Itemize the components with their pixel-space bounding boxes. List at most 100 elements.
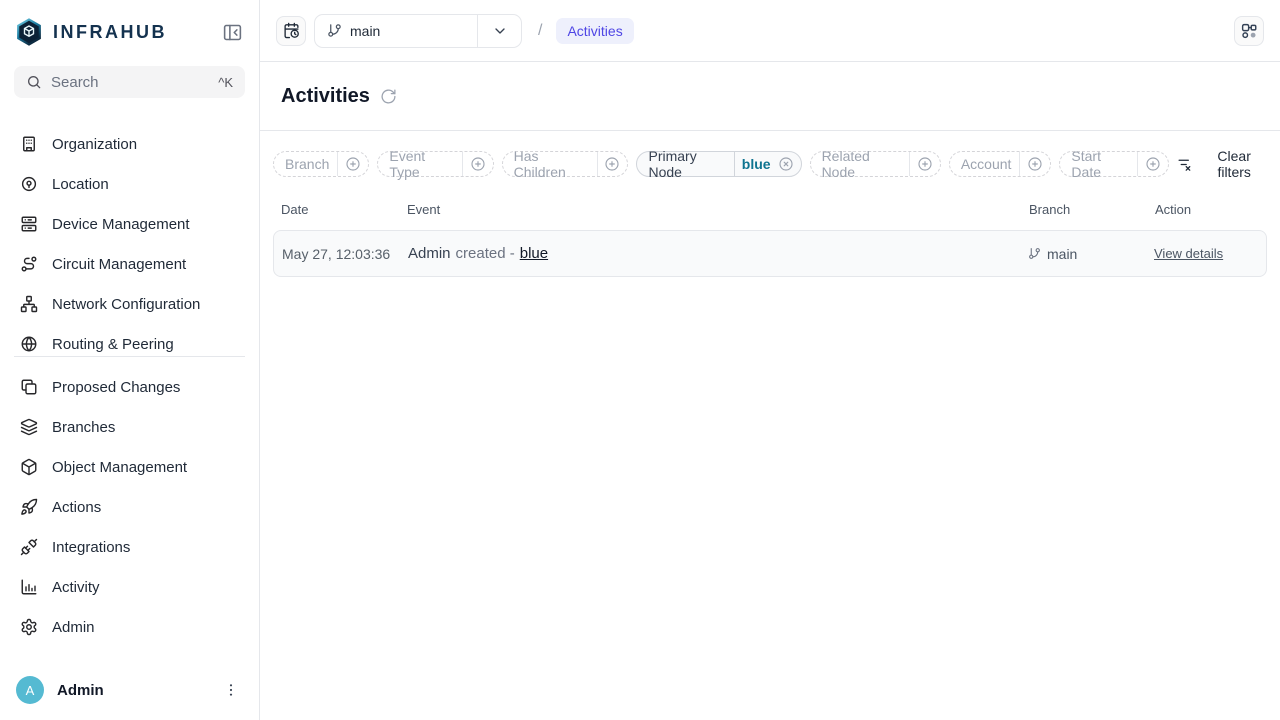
sidebar-item-proposed-changes[interactable]: Proposed Changes (14, 367, 245, 407)
avatar: A (16, 676, 44, 704)
page-header: Activities (260, 62, 1280, 131)
branch-selector-value: main (315, 23, 477, 39)
plug-icon (20, 538, 38, 556)
sidebar-item-label: Branches (52, 419, 115, 436)
filter-chip-related-node[interactable]: Related Node (810, 151, 941, 177)
sidebar: INFRAHUB Search ^K (0, 0, 260, 720)
infrahub-logo[interactable]: INFRAHUB (14, 17, 167, 47)
circle-plus-icon[interactable] (604, 156, 620, 172)
chevron-down-icon (492, 23, 508, 39)
diff-icon (20, 378, 38, 396)
filter-chip-label: Account (961, 156, 1020, 172)
topbar: main / Activities (260, 0, 1280, 62)
time-travel-button[interactable] (276, 16, 306, 46)
page-title: Activities (281, 85, 370, 108)
sidebar-item-label: Organization (52, 136, 137, 153)
sidebar-item-admin[interactable]: Admin (14, 607, 245, 647)
sidebar-item-location[interactable]: Location (14, 164, 245, 204)
rocket-icon (20, 498, 38, 516)
sidebar-nav-objects: Organization Location Device Manageme (14, 124, 245, 352)
filter-chip-label: Event Type (389, 148, 461, 180)
branch-selector-toggle[interactable] (477, 15, 521, 47)
view-details-link[interactable]: View details (1154, 246, 1223, 261)
sidebar-item-routing-peering[interactable]: Routing & Peering (14, 324, 245, 352)
table-header: Date Event Branch Action (273, 202, 1267, 217)
table-row[interactable]: May 27, 12:03:36 Admin created - blue ma… (273, 230, 1267, 277)
sidebar-item-network-configuration[interactable]: Network Configuration (14, 284, 245, 324)
column-header-action: Action (1147, 202, 1267, 217)
location-icon (20, 175, 38, 193)
main-area: main / Activities (260, 0, 1280, 720)
column-header-date: Date (273, 202, 399, 217)
refresh-button[interactable] (380, 88, 397, 105)
row-date: May 27, 12:03:36 (274, 246, 400, 262)
brand-name: INFRAHUB (53, 22, 167, 43)
filter-chip-event-type[interactable]: Event Type (377, 151, 493, 177)
row-action: View details (1146, 246, 1266, 261)
sidebar-item-label: Admin (52, 619, 95, 636)
event-actor: Admin (408, 245, 451, 262)
app-window: INFRAHUB Search ^K (0, 0, 1280, 720)
circle-plus-icon[interactable] (1027, 156, 1043, 172)
filter-chip-label: Branch (285, 156, 337, 172)
box-icon (20, 458, 38, 476)
filter-bar: Branch Event Type Has Children (273, 148, 1267, 180)
sidebar-item-activity[interactable]: Activity (14, 567, 245, 607)
bar-chart-icon (20, 578, 38, 596)
route-icon (20, 255, 38, 273)
sidebar-item-circuit-management[interactable]: Circuit Management (14, 244, 245, 284)
sidebar-item-label: Circuit Management (52, 256, 186, 273)
circle-x-icon[interactable] (778, 156, 794, 172)
clear-filters-label: Clear filters (1201, 148, 1267, 180)
circle-plus-icon[interactable] (345, 156, 361, 172)
sidebar-item-label: Proposed Changes (52, 379, 180, 396)
gear-icon (20, 618, 38, 636)
filter-chip-start-date[interactable]: Start Date (1059, 151, 1169, 177)
search-icon (26, 74, 42, 90)
sidebar-nav-app: Proposed Changes Branches (14, 367, 245, 647)
filter-x-icon (1177, 156, 1194, 173)
sidebar-item-branches[interactable]: Branches (14, 407, 245, 447)
event-object-link[interactable]: blue (520, 245, 548, 262)
branch-name: main (350, 23, 380, 39)
filter-chip-primary-node[interactable]: Primary Node blue (636, 151, 801, 177)
circle-plus-icon[interactable] (917, 156, 933, 172)
search-placeholder: Search (51, 74, 209, 91)
circle-plus-icon[interactable] (1145, 156, 1161, 172)
git-branch-icon (327, 23, 342, 38)
panel-collapse-icon (222, 22, 243, 43)
breadcrumb-activities[interactable]: Activities (556, 18, 633, 44)
user-menu-button[interactable] (219, 678, 243, 702)
user-menu[interactable]: A Admin (14, 672, 245, 706)
user-name: Admin (57, 682, 206, 699)
sidebar-item-device-management[interactable]: Device Management (14, 204, 245, 244)
row-branch-name: main (1047, 246, 1077, 262)
filter-chip-has-children[interactable]: Has Children (502, 151, 629, 177)
ellipsis-vertical-icon (223, 682, 239, 698)
building-icon (20, 135, 38, 153)
sidebar-item-actions[interactable]: Actions (14, 487, 245, 527)
filter-chip-label: Primary Node (648, 148, 733, 180)
sidebar-collapse-button[interactable] (220, 20, 245, 45)
circle-plus-icon[interactable] (470, 156, 486, 172)
filter-chip-account[interactable]: Account (949, 151, 1052, 177)
sidebar-item-organization[interactable]: Organization (14, 124, 245, 164)
branch-selector[interactable]: main (314, 14, 522, 48)
filter-chip-label: Related Node (822, 148, 909, 180)
sidebar-item-object-management[interactable]: Object Management (14, 447, 245, 487)
search-shortcut: ^K (218, 75, 233, 90)
schema-button[interactable] (1234, 16, 1264, 46)
sidebar-item-label: Device Management (52, 216, 190, 233)
clear-filters-button[interactable]: Clear filters (1177, 148, 1267, 180)
search-input[interactable]: Search ^K (14, 66, 245, 98)
sidebar-item-integrations[interactable]: Integrations (14, 527, 245, 567)
server-icon (20, 215, 38, 233)
sidebar-item-label: Activity (52, 579, 100, 596)
sidebar-item-label: Network Configuration (52, 296, 200, 313)
sidebar-item-label: Location (52, 176, 109, 193)
sidebar-item-label: Object Management (52, 459, 187, 476)
filter-chip-branch[interactable]: Branch (273, 151, 369, 177)
row-branch: main (1020, 246, 1146, 262)
layers-icon (20, 418, 38, 436)
calendar-clock-icon (283, 22, 300, 39)
